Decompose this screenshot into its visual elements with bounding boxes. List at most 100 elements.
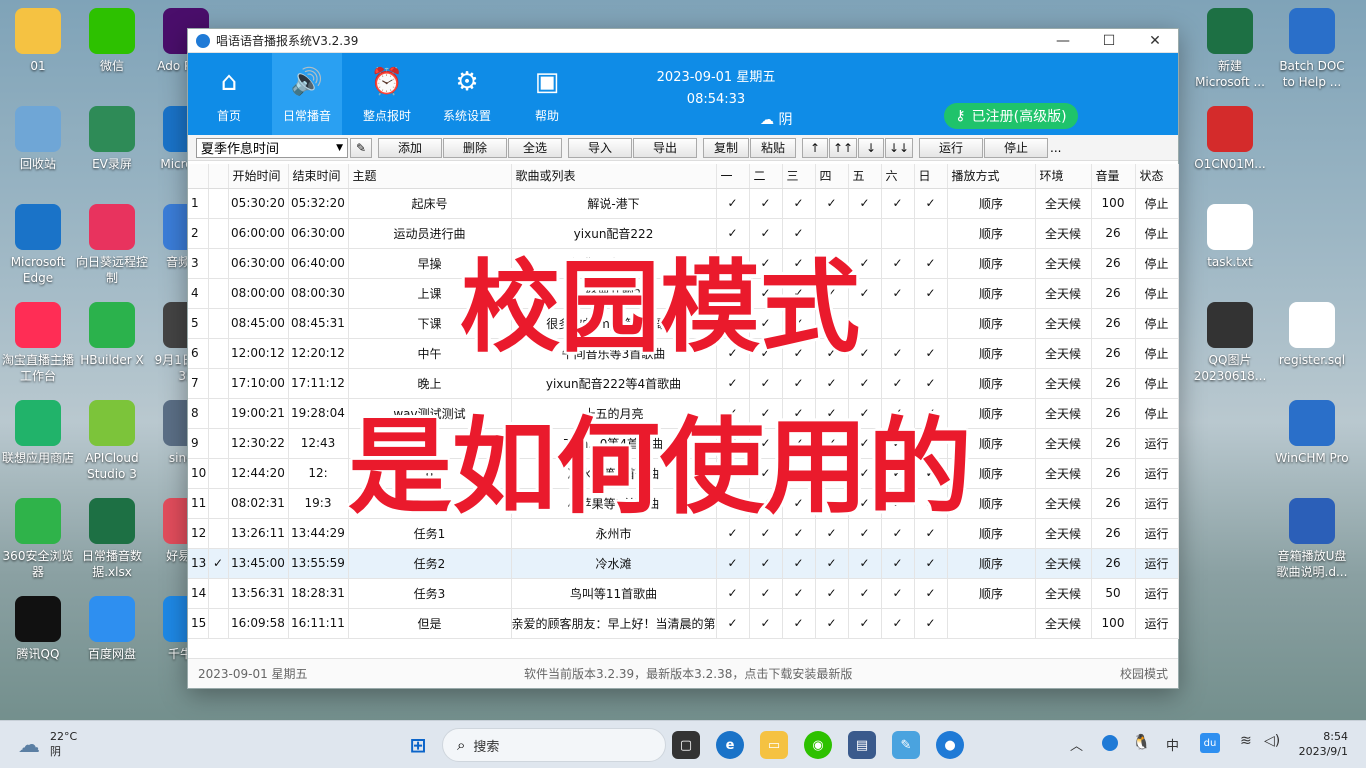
more-button[interactable]: ... <box>1050 141 1061 155</box>
fri-cell[interactable]: ✓ <box>848 578 882 609</box>
update-link[interactable]: 软件当前版本3.2.39，最新版本3.2.38，点击下载安装最新版 <box>524 665 852 682</box>
fri-cell[interactable]: ✓ <box>848 188 882 219</box>
file-explorer-icon[interactable]: ▭ <box>760 731 788 759</box>
row-number[interactable]: 6 <box>188 338 209 369</box>
wechat-icon[interactable]: ◉ <box>804 731 832 759</box>
row-check[interactable] <box>208 308 229 339</box>
wed-cell[interactable]: ✓ <box>782 578 816 609</box>
row-number[interactable]: 7 <box>188 368 209 399</box>
environment-cell[interactable]: 全天候 <box>1035 248 1092 279</box>
row-number[interactable]: 12 <box>188 518 209 549</box>
fri-cell[interactable]: ✓ <box>848 608 882 639</box>
edit-schedule-button[interactable]: ✎ <box>350 137 372 158</box>
wed-cell[interactable]: ✓ <box>782 608 816 639</box>
topic-cell[interactable]: 任务3 <box>348 578 512 609</box>
row-check[interactable] <box>208 518 229 549</box>
sun-cell[interactable]: ✓ <box>914 608 948 639</box>
row-number[interactable]: 8 <box>188 398 209 429</box>
move-up-button[interactable]: ↑ <box>802 137 828 158</box>
nav-hourly-chime-button[interactable]: ⏰ 整点报时 <box>352 53 422 135</box>
sun-cell[interactable]: ✓ <box>914 368 948 399</box>
topic-cell[interactable]: 但是 <box>348 608 512 639</box>
row-check[interactable] <box>208 608 229 639</box>
row-number[interactable]: 4 <box>188 278 209 309</box>
wed-cell[interactable]: ✓ <box>782 368 816 399</box>
status-cell[interactable]: 停止 <box>1135 248 1179 279</box>
nav-help-button[interactable]: ▣ 帮助 <box>512 53 582 135</box>
mon-cell[interactable]: ✓ <box>716 218 750 249</box>
column-header[interactable]: 歌曲或列表 <box>511 164 717 189</box>
status-cell[interactable]: 运行 <box>1135 608 1179 639</box>
row-check[interactable] <box>208 368 229 399</box>
row-check[interactable] <box>208 188 229 219</box>
status-cell[interactable]: 运行 <box>1135 428 1179 459</box>
desktop-icon[interactable]: EV录屏 <box>74 106 150 172</box>
row-number[interactable]: 9 <box>188 428 209 459</box>
row-check[interactable] <box>208 428 229 459</box>
status-cell[interactable]: 运行 <box>1135 578 1179 609</box>
end-time-cell[interactable]: 12:20:12 <box>288 338 349 369</box>
minimize-button[interactable]: — <box>1040 29 1086 53</box>
end-time-cell[interactable]: 05:32:20 <box>288 188 349 219</box>
sat-cell[interactable]: ✓ <box>881 188 915 219</box>
column-header[interactable] <box>188 164 209 189</box>
end-time-cell[interactable]: 08:45:31 <box>288 308 349 339</box>
baidu-tray-icon[interactable]: du <box>1200 733 1220 753</box>
play-mode-cell[interactable]: 顺序 <box>947 338 1036 369</box>
taskbar-search-box[interactable]: ⌕ 搜索 <box>442 728 666 762</box>
tue-cell[interactable]: ✓ <box>749 218 783 249</box>
start-time-cell[interactable]: 16:09:58 <box>228 608 289 639</box>
broadcast-app-icon[interactable]: ● <box>936 731 964 759</box>
volume-cell[interactable]: 26 <box>1091 248 1136 279</box>
tue-cell[interactable]: ✓ <box>749 578 783 609</box>
row-check[interactable]: ✓ <box>208 548 229 579</box>
desktop-icon[interactable]: O1CN01M... <box>1192 106 1268 172</box>
stop-button[interactable]: 停止 <box>984 137 1048 158</box>
fri-cell[interactable]: ✓ <box>848 368 882 399</box>
environment-cell[interactable]: 全天候 <box>1035 398 1092 429</box>
table-row[interactable]: 2 06:00:00 06:30:00 运动员进行曲 yixun配音222 ✓ ✓ ✓ 顺序 全天… <box>188 218 1179 249</box>
sat-cell[interactable]: ✓ <box>881 578 915 609</box>
play-mode-cell[interactable]: 顺序 <box>947 578 1036 609</box>
start-time-cell[interactable]: 06:00:00 <box>228 218 289 249</box>
volume-cell[interactable]: 26 <box>1091 368 1136 399</box>
play-mode-cell[interactable]: 顺序 <box>947 308 1036 339</box>
desktop-icon[interactable]: 腾讯QQ <box>0 596 76 662</box>
environment-cell[interactable]: 全天候 <box>1035 608 1092 639</box>
status-cell[interactable]: 运行 <box>1135 518 1179 549</box>
sun-cell[interactable] <box>914 218 948 249</box>
status-cell[interactable]: 停止 <box>1135 188 1179 219</box>
close-button[interactable]: ✕ <box>1132 29 1178 53</box>
column-header[interactable]: 状态 <box>1135 164 1179 189</box>
wed-cell[interactable]: ✓ <box>782 548 816 579</box>
run-button[interactable]: 运行 <box>919 137 983 158</box>
desktop-icon[interactable]: 360安全浏览器 <box>0 498 76 580</box>
end-time-cell[interactable]: 06:40:00 <box>288 248 349 279</box>
status-cell[interactable]: 运行 <box>1135 548 1179 579</box>
sat-cell[interactable] <box>881 218 915 249</box>
export-button[interactable]: 导出 <box>633 137 697 158</box>
environment-cell[interactable]: 全天候 <box>1035 548 1092 579</box>
app-tray-icon[interactable] <box>1102 735 1118 751</box>
row-number[interactable]: 1 <box>188 188 209 219</box>
move-bottom-button[interactable]: ↓↓ <box>885 137 913 158</box>
start-time-cell[interactable]: 05:30:20 <box>228 188 289 219</box>
row-number[interactable]: 14 <box>188 578 209 609</box>
play-mode-cell[interactable]: 顺序 <box>947 368 1036 399</box>
status-cell[interactable]: 停止 <box>1135 398 1179 429</box>
task-view-icon[interactable]: ▢ <box>672 731 700 759</box>
song-cell[interactable]: yixun配音222等4首歌曲 <box>511 368 717 399</box>
start-time-cell[interactable]: 12:44:20 <box>228 458 289 489</box>
environment-cell[interactable]: 全天候 <box>1035 368 1092 399</box>
volume-cell[interactable]: 26 <box>1091 428 1136 459</box>
sat-cell[interactable]: ✓ <box>881 548 915 579</box>
environment-cell[interactable]: 全天候 <box>1035 428 1092 459</box>
status-cell[interactable]: 停止 <box>1135 308 1179 339</box>
column-header[interactable]: 主题 <box>348 164 512 189</box>
move-top-button[interactable]: ↑↑ <box>829 137 857 158</box>
song-cell[interactable]: 解说-港下 <box>511 188 717 219</box>
fri-cell[interactable] <box>848 218 882 249</box>
volume-cell[interactable]: 26 <box>1091 458 1136 489</box>
environment-cell[interactable]: 全天候 <box>1035 458 1092 489</box>
mon-cell[interactable]: ✓ <box>716 368 750 399</box>
